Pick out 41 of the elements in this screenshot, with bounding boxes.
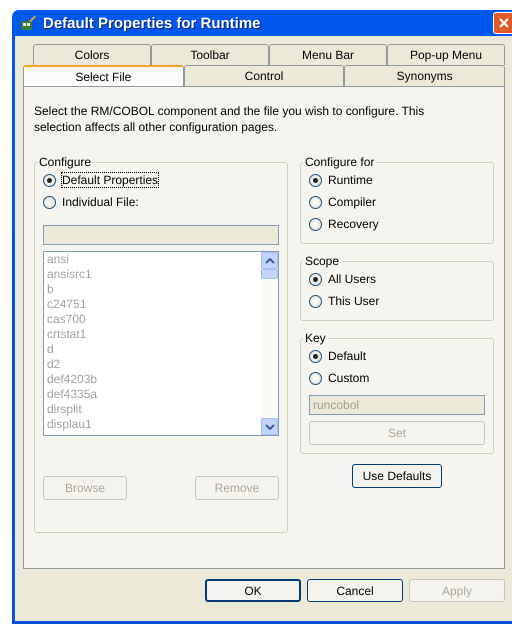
dialog-button[interactable]: Cancel [307,579,403,602]
window-title: Default Properties for Runtime [43,14,262,32]
scroll-down-icon[interactable] [261,418,278,435]
tab[interactable]: Control [184,65,344,86]
close-button[interactable] [493,12,512,34]
group-title: Key [304,331,327,345]
scroll-up-icon[interactable] [261,252,278,269]
close-icon [498,17,510,29]
radio-label[interactable]: Individual File: [62,195,139,209]
radio-button[interactable] [309,294,322,308]
radio-button[interactable] [43,174,56,186]
radio-label[interactable]: Runtime [328,173,373,187]
use-defaults-button[interactable]: Use Defaults [352,464,442,488]
radio-label[interactable]: Compiler [328,195,376,209]
tab[interactable]: Select File [23,65,184,86]
tab[interactable]: Pop-up Menu [387,44,505,65]
radio-label[interactable]: Custom [328,371,370,385]
radio-label[interactable]: Default [328,349,366,363]
radio-button[interactable] [309,174,322,186]
tab[interactable]: Synonyms [344,65,506,86]
radio-label[interactable]: Recovery [328,217,379,231]
radio-button[interactable] [309,350,322,362]
group-title: Configure [38,155,92,169]
app-icon [19,14,37,32]
tab[interactable]: Toolbar [151,44,269,65]
radio-button[interactable] [309,372,322,384]
group-title: Scope [304,254,340,268]
scroll-thumb[interactable] [261,269,278,279]
group-title: Configure for [304,155,376,169]
radio-button[interactable] [309,272,322,286]
tab[interactable]: Colors [33,44,151,65]
radio-button[interactable] [43,196,56,208]
description-text: Select the RM/COBOL component and the file you wish to configure. This selection affects all other configuration pages. [34,103,426,135]
scrollbar[interactable] [261,252,278,435]
radio-button[interactable] [309,218,322,230]
radio-button[interactable] [309,196,322,208]
tab[interactable]: Menu Bar [269,44,387,65]
dialog-button[interactable]: OK [205,579,301,602]
radio-label[interactable]: All Users [328,272,376,286]
radio-label[interactable]: This User [328,294,380,308]
radio-label[interactable]: Default Properties [62,173,158,187]
